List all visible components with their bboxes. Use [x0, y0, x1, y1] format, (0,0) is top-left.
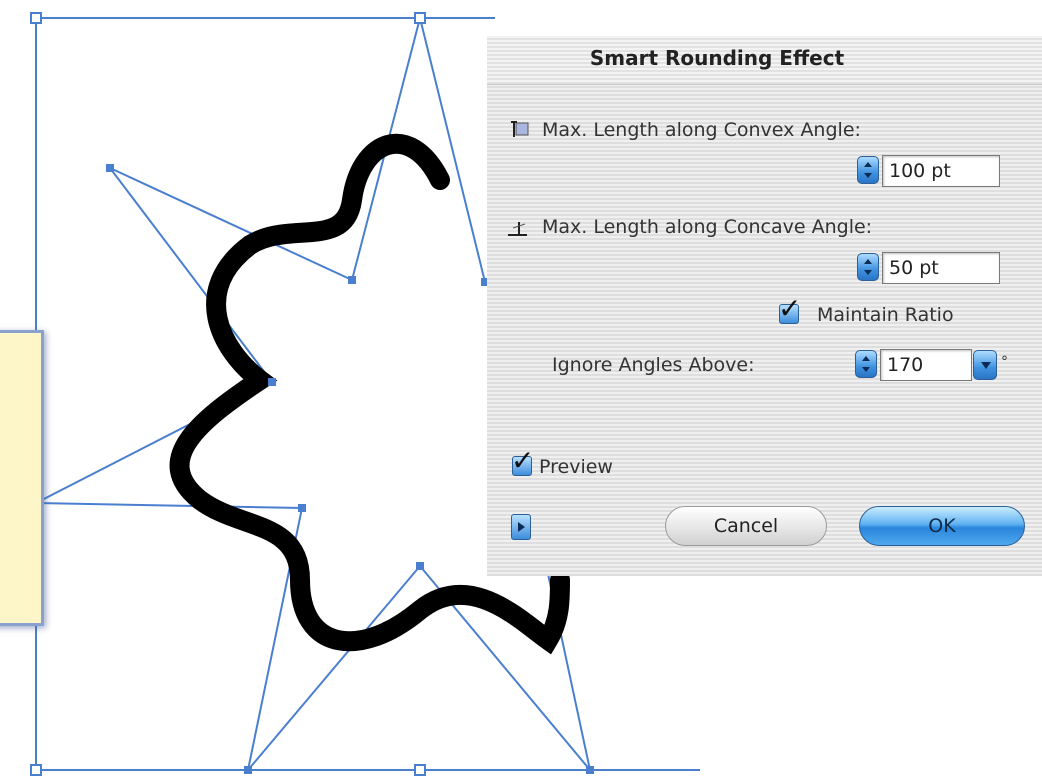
anchor-point — [244, 766, 252, 774]
concave-angle-label: Max. Length along Concave Angle: — [542, 216, 873, 238]
degree-symbol: ° — [1001, 354, 1008, 370]
ignore-angles-dropdown[interactable] — [973, 350, 997, 380]
convex-angle-icon — [511, 121, 529, 137]
convex-angle-label: Max. Length along Convex Angle: — [542, 119, 861, 141]
ignore-angles-label: Ignore Angles Above: — [552, 354, 755, 376]
anchor-point — [30, 12, 42, 24]
preview-label: Preview — [539, 456, 613, 478]
disclosure-triangle-button[interactable] — [511, 514, 531, 540]
anchor-point — [416, 562, 424, 570]
ignore-angles-field[interactable]: 170 — [880, 349, 972, 381]
anchor-point — [414, 12, 426, 24]
anchor-point — [30, 764, 42, 776]
checkmark-icon: ✓ — [511, 444, 535, 477]
ignore-angles-stepper[interactable] — [855, 350, 877, 378]
checkmark-icon: ✓ — [778, 292, 802, 325]
maintain-ratio-label: Maintain Ratio — [817, 304, 954, 326]
convex-length-field[interactable]: 100 pt — [882, 155, 1000, 187]
concave-length-field[interactable]: 50 pt — [882, 252, 1000, 284]
anchor-point — [586, 766, 594, 774]
anchor-point — [106, 164, 114, 172]
dialog-title-bar[interactable]: Smart Rounding Effect — [487, 36, 1042, 85]
maintain-ratio-checkbox[interactable]: ✓ — [778, 295, 801, 324]
anchor-point — [268, 378, 276, 386]
ok-button[interactable]: OK — [859, 506, 1025, 546]
preview-checkbox[interactable]: ✓ — [511, 447, 534, 476]
concave-angle-icon — [508, 222, 527, 236]
anchor-point — [414, 764, 426, 776]
smart-rounding-dialog: Smart Rounding Effect Max. Length along … — [487, 36, 1042, 576]
anchor-point — [298, 504, 306, 512]
concave-stepper[interactable] — [857, 253, 879, 281]
dialog-title: Smart Rounding Effect — [589, 46, 845, 70]
sticky-note — [0, 330, 44, 626]
anchor-point — [348, 276, 356, 284]
convex-stepper[interactable] — [857, 156, 879, 184]
cancel-button[interactable]: Cancel — [665, 506, 827, 546]
